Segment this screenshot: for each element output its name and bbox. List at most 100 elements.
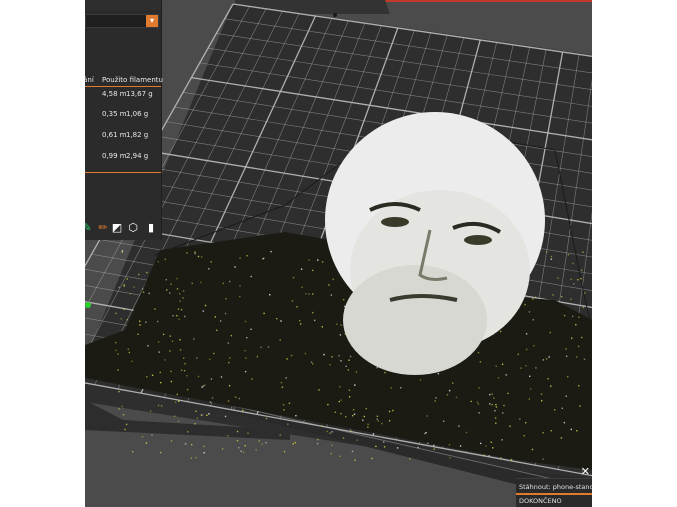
- print-speck: [221, 448, 224, 450]
- print-speck: [194, 251, 196, 253]
- print-speck: [477, 351, 480, 354]
- print-speck: [424, 432, 426, 435]
- print-speck: [448, 389, 451, 392]
- print-speck: [321, 326, 323, 328]
- print-speck: [239, 257, 241, 259]
- header-divider: [85, 86, 161, 87]
- print-speck: [575, 356, 578, 358]
- print-speck: [340, 360, 342, 362]
- print-speck: [157, 404, 160, 407]
- print-speck: [342, 298, 345, 301]
- print-speck: [331, 431, 333, 433]
- print-speck: [256, 355, 258, 358]
- print-speck: [146, 271, 148, 274]
- sidebar-topbar: [85, 0, 161, 10]
- print-speck: [331, 444, 333, 446]
- preset-combobox[interactable]: ▾: [85, 14, 159, 28]
- print-speck: [383, 441, 385, 443]
- print-speck: [500, 457, 502, 459]
- print-speck: [334, 411, 337, 413]
- print-speck: [178, 400, 180, 402]
- print-speck: [509, 425, 511, 427]
- print-speck: [409, 458, 411, 460]
- print-speck: [519, 418, 521, 420]
- print-speck: [577, 279, 579, 281]
- table-divider: [85, 172, 161, 173]
- print-speck: [480, 442, 482, 445]
- print-speck: [489, 393, 491, 396]
- print-speck: [250, 328, 252, 330]
- seam-paint-icon[interactable]: ✏: [97, 221, 109, 235]
- download-notification[interactable]: ✕ Stáhnout: phone-stand-60 DOKONČENO: [516, 465, 592, 507]
- print-speck: [458, 425, 460, 427]
- print-speck: [151, 374, 154, 376]
- print-speck: [582, 306, 584, 309]
- exit-icon[interactable]: ▮: [145, 221, 157, 235]
- print-speck: [354, 459, 356, 461]
- print-speck: [190, 457, 193, 459]
- print-speck: [179, 349, 182, 351]
- print-speck: [340, 399, 342, 401]
- print-speck: [166, 289, 168, 291]
- print-speck: [336, 323, 338, 325]
- print-speck: [120, 318, 122, 320]
- print-speck: [327, 403, 329, 406]
- print-speck: [187, 431, 189, 433]
- filament-length: 0,61 m: [102, 131, 127, 139]
- print-speck: [499, 330, 502, 333]
- print-speck: [159, 371, 161, 374]
- download-text: Stáhnout: phone-stand-60: [519, 483, 592, 491]
- print-speck: [383, 446, 386, 448]
- print-speck: [196, 417, 199, 419]
- checker-icon[interactable]: ◩: [111, 221, 123, 235]
- paint-brush-icon[interactable]: ✎: [85, 221, 93, 235]
- print-speck: [204, 304, 207, 307]
- print-speck: [492, 447, 494, 449]
- print-speck: [118, 286, 120, 289]
- print-speck: [238, 397, 240, 400]
- print-speck: [281, 386, 284, 388]
- print-speck: [203, 452, 205, 454]
- print-speck: [229, 357, 231, 359]
- print-speck: [584, 292, 586, 294]
- print-speck: [191, 282, 193, 285]
- print-speck: [552, 294, 554, 296]
- print-speck: [126, 319, 128, 321]
- print-speck: [570, 428, 572, 431]
- print-speck: [149, 410, 152, 412]
- print-speck: [202, 310, 204, 312]
- 3d-viewport[interactable]: ▾ vání Použito filamentu 4,58 m 13,67 g …: [85, 0, 592, 507]
- print-speck: [528, 311, 531, 313]
- print-speck: [127, 348, 129, 350]
- print-speck: [170, 370, 172, 373]
- print-speck: [263, 257, 265, 259]
- print-speck: [129, 293, 132, 295]
- print-speck: [183, 370, 186, 372]
- print-speck: [330, 452, 332, 455]
- chevron-down-icon[interactable]: ▾: [146, 15, 158, 27]
- print-speck: [202, 385, 205, 387]
- print-speck: [288, 402, 291, 404]
- print-speck: [255, 449, 257, 451]
- print-speck: [384, 371, 386, 374]
- print-speck: [242, 451, 245, 453]
- cube-icon[interactable]: ⬡: [127, 221, 139, 235]
- print-speck: [231, 407, 233, 409]
- print-speck: [195, 456, 197, 459]
- print-speck: [291, 300, 294, 302]
- print-speck: [228, 385, 231, 387]
- print-speck: [459, 445, 462, 447]
- print-speck: [176, 288, 179, 290]
- print-speck: [251, 378, 253, 380]
- print-speck: [128, 351, 130, 354]
- print-speck: [191, 444, 193, 446]
- print-speck: [400, 387, 402, 389]
- print-speck: [561, 407, 563, 409]
- print-speck: [345, 416, 347, 418]
- print-speck: [148, 292, 150, 295]
- close-icon[interactable]: ✕: [581, 465, 590, 478]
- print-speck: [176, 393, 178, 396]
- print-speck: [355, 371, 358, 373]
- print-speck: [494, 417, 497, 419]
- print-speck: [194, 253, 196, 255]
